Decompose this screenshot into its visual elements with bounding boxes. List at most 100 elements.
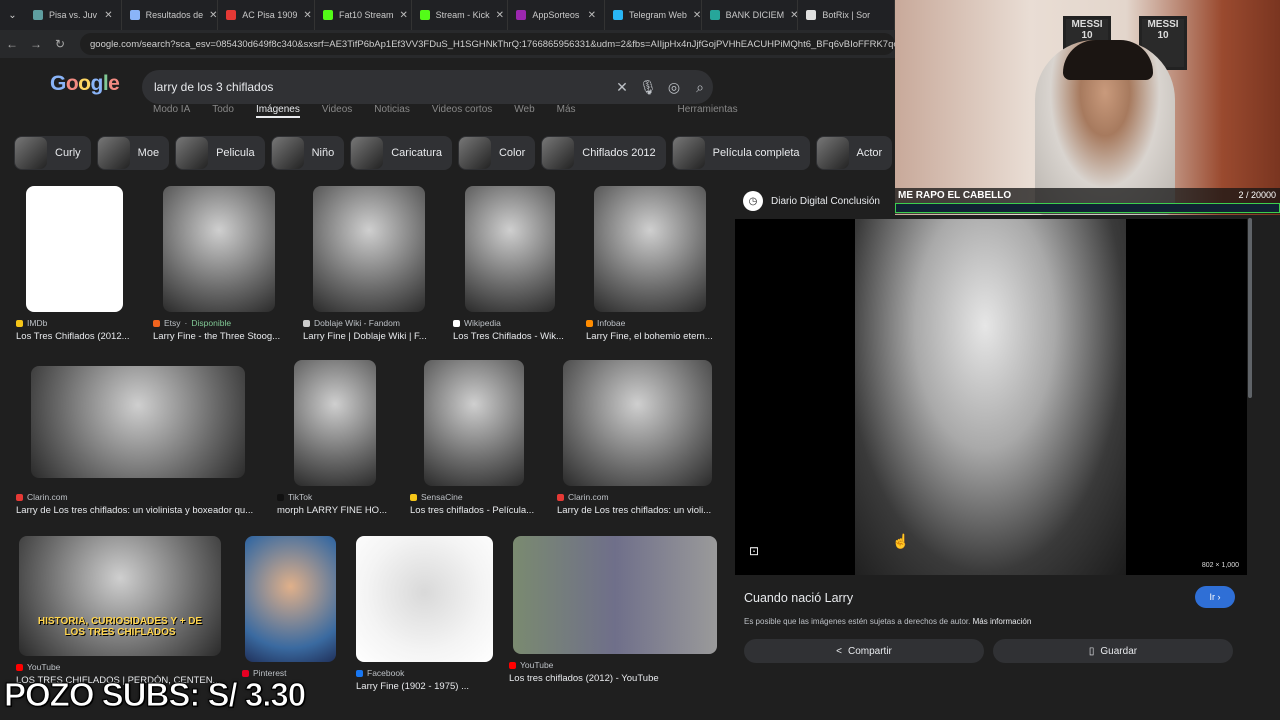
result-image[interactable]: [31, 366, 245, 478]
browser-tab[interactable]: Stream - Kick ✕: [412, 0, 509, 30]
result-caption[interactable]: morph LARRY FINE HO...: [277, 505, 393, 516]
preview-image[interactable]: [855, 219, 1126, 575]
result-caption[interactable]: Larry Fine, el bohemio etern...: [586, 331, 718, 342]
tab-close-icon[interactable]: ✕: [400, 10, 408, 21]
tab-close-icon[interactable]: ✕: [209, 10, 217, 21]
tab-herramientas[interactable]: Herramientas: [678, 104, 738, 118]
result-image[interactable]: [424, 360, 524, 486]
result-caption[interactable]: Los Tres Chiflados - Wik...: [453, 331, 569, 342]
chip-chiflados-2012[interactable]: Chiflados 2012: [541, 136, 666, 170]
tab-close-icon[interactable]: ✕: [303, 10, 311, 21]
result-caption[interactable]: Los tres chiflados - Película...: [410, 505, 542, 516]
search-input[interactable]: larry de los 3 chiflados: [154, 80, 609, 94]
reload-icon[interactable]: ↻: [48, 37, 72, 51]
tab-close-icon[interactable]: ✕: [588, 10, 596, 21]
browser-tab[interactable]: Fat10 Stream ✕: [315, 0, 412, 30]
result-image[interactable]: [513, 536, 717, 654]
result-card[interactable]: IMDb Los Tres Chiflados (2012...: [16, 186, 134, 342]
search-box[interactable]: larry de los 3 chiflados ✕ 🎙 ◎ ⌕: [142, 70, 713, 104]
result-caption[interactable]: Larry Fine - the Three Stoog...: [153, 331, 287, 342]
tab-imagenes[interactable]: Imágenes: [255, 104, 300, 118]
result-card[interactable]: Clarin.com Larry de Los tres chiflados: …: [557, 360, 717, 516]
tab-favicon-icon: [806, 10, 817, 20]
chip-caricatura[interactable]: Caricatura: [350, 136, 452, 170]
browser-tab[interactable]: Telegram Web ✕: [605, 0, 702, 30]
share-button[interactable]: < Compartir: [744, 639, 984, 663]
clear-icon[interactable]: ✕: [609, 79, 635, 96]
result-image[interactable]: [563, 360, 712, 486]
tab-mas[interactable]: Más: [557, 104, 576, 118]
result-image[interactable]: [163, 186, 275, 312]
copyright-notice: Es posible que las imágenes estén sujeta…: [744, 617, 1032, 626]
browser-tab[interactable]: BANK DICIEM ✕: [702, 0, 799, 30]
save-button[interactable]: ▯ Guardar: [993, 639, 1233, 663]
chip-thumbnail: [15, 137, 47, 169]
browser-tab[interactable]: AppSorteos ✕: [508, 0, 605, 30]
result-caption[interactable]: Larry de Los tres chiflados: un violinis…: [16, 505, 261, 516]
url-field[interactable]: google.com/search?sca_esv=085430d649f8c3…: [80, 33, 895, 55]
chip-pelicula-completa[interactable]: Película completa: [671, 136, 810, 170]
result-card[interactable]: HISTORIA, CURIOSIDADES Y + DE LOS TRES C…: [16, 536, 228, 686]
tab-close-icon[interactable]: ✕: [104, 10, 112, 21]
chip-color[interactable]: Color: [457, 136, 536, 170]
browser-tab[interactable]: Pisa vs. Juv ✕: [25, 0, 122, 30]
result-caption[interactable]: Los Tres Chiflados (2012...: [16, 331, 134, 342]
chip-curly[interactable]: Curly: [14, 136, 91, 170]
result-card[interactable]: Pinterest: [242, 536, 342, 678]
chip-pelicula[interactable]: Pelicula: [175, 136, 265, 170]
tab-close-icon[interactable]: ✕: [790, 10, 797, 21]
result-image[interactable]: [26, 186, 123, 312]
chip-actor[interactable]: Actor: [815, 136, 893, 170]
more-info-link[interactable]: Más información: [973, 617, 1032, 626]
tab-modo-ia[interactable]: Modo IA: [153, 104, 190, 118]
microphone-icon[interactable]: 🎙: [635, 79, 661, 96]
chip-moe[interactable]: Moe: [96, 136, 170, 170]
preview-title[interactable]: Cuando nació Larry: [744, 591, 853, 605]
scrollbar[interactable]: [1248, 218, 1252, 398]
result-card[interactable]: Wikipedia Los Tres Chiflados - Wik...: [453, 186, 569, 342]
result-card[interactable]: Doblaje Wiki - Fandom Larry Fine | Dobla…: [303, 186, 435, 342]
result-caption[interactable]: Larry de Los tres chiflados: un violi...: [557, 505, 717, 516]
result-card[interactable]: YouTube Los tres chiflados (2012) - YouT…: [509, 536, 719, 684]
search-icon[interactable]: ⌕: [687, 79, 713, 96]
browser-tab[interactable]: BotRix | Sor: [798, 0, 895, 30]
result-image[interactable]: [294, 360, 376, 486]
tab-close-icon[interactable]: ✕: [496, 10, 504, 21]
preview-source[interactable]: ◷ Diario Digital Conclusión: [743, 190, 880, 212]
browser-tab[interactable]: AC Pisa 1909 ✕: [218, 0, 315, 30]
tab-search-icon[interactable]: ⌄: [0, 0, 25, 30]
browser-tab[interactable]: Resultados de ✕: [122, 0, 219, 30]
result-image[interactable]: [356, 536, 493, 662]
tab-web[interactable]: Web: [514, 104, 534, 118]
google-logo[interactable]: Google: [50, 72, 120, 96]
chip-nino[interactable]: Niño: [270, 136, 345, 170]
result-image[interactable]: [465, 186, 555, 312]
lens-search-icon[interactable]: ⊡: [749, 544, 759, 558]
result-image[interactable]: [594, 186, 706, 312]
tab-noticias[interactable]: Noticias: [374, 104, 410, 118]
tab-videos-cortos[interactable]: Videos cortos: [432, 104, 492, 118]
result-card[interactable]: SensaCine Los tres chiflados - Película.…: [410, 360, 542, 516]
address-bar-row: ← → ↻ google.com/search?sca_esv=085430d6…: [0, 30, 895, 58]
result-image[interactable]: HISTORIA, CURIOSIDADES Y + DE LOS TRES C…: [19, 536, 221, 656]
lens-icon[interactable]: ◎: [661, 79, 687, 96]
result-caption[interactable]: Larry Fine | Doblaje Wiki | F...: [303, 331, 435, 342]
result-card[interactable]: Facebook Larry Fine (1902 - 1975) ...: [356, 536, 496, 692]
tab-todo[interactable]: Todo: [212, 104, 234, 118]
result-caption[interactable]: Los tres chiflados (2012) - YouTube: [509, 673, 719, 684]
forward-icon[interactable]: →: [24, 37, 48, 51]
result-card[interactable]: Etsy · Disponible Larry Fine - the Three S…: [153, 186, 287, 342]
result-card[interactable]: TikTok morph LARRY FINE HO...: [277, 360, 393, 516]
result-card[interactable]: Clarin.com Larry de Los tres chiflados: …: [16, 360, 261, 516]
go-button[interactable]: Ir ›: [1195, 586, 1235, 608]
tab-videos[interactable]: Videos: [322, 104, 352, 118]
result-card[interactable]: Infobae Larry Fine, el bohemio etern...: [586, 186, 718, 342]
preview-image-area[interactable]: ⊡ 802 × 1,000 ☝: [735, 219, 1247, 575]
tab-close-icon[interactable]: ✕: [693, 10, 701, 21]
chip-thumbnail: [97, 137, 130, 169]
result-caption[interactable]: Larry Fine (1902 - 1975) ...: [356, 681, 496, 692]
result-image[interactable]: [245, 536, 336, 662]
back-icon[interactable]: ←: [0, 37, 24, 51]
result-image[interactable]: [313, 186, 425, 312]
source-favicon-icon: [453, 319, 460, 327]
